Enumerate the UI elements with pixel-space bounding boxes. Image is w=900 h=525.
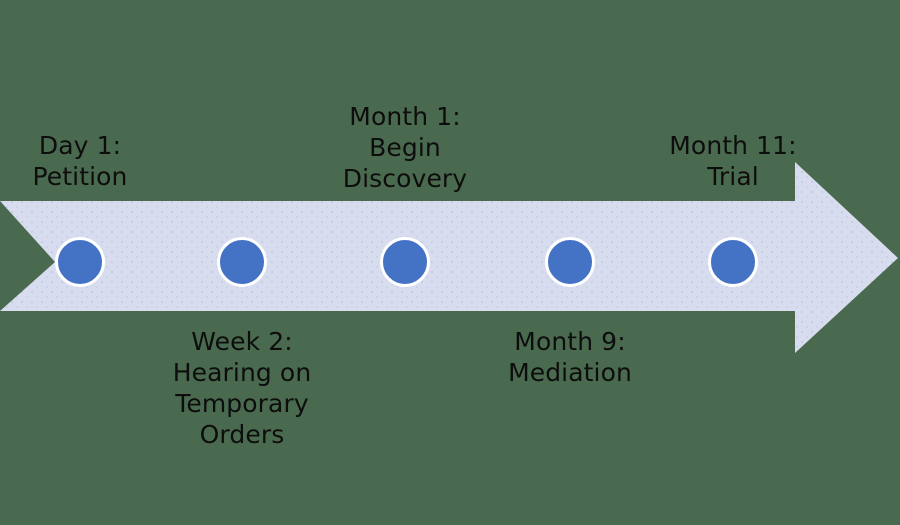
milestone-marker-temporary-orders-hearing[interactable] — [217, 237, 267, 287]
milestone-marker-mediation[interactable] — [545, 237, 595, 287]
timeline-arrow-graphic — [0, 162, 898, 353]
arrow-shape — [0, 162, 898, 353]
timeline-diagram: Day 1: Petition Week 2: Hearing on Tempo… — [0, 0, 900, 525]
milestone-marker-petition[interactable] — [55, 237, 105, 287]
milestone-marker-begin-discovery[interactable] — [380, 237, 430, 287]
milestone-marker-trial[interactable] — [708, 237, 758, 287]
